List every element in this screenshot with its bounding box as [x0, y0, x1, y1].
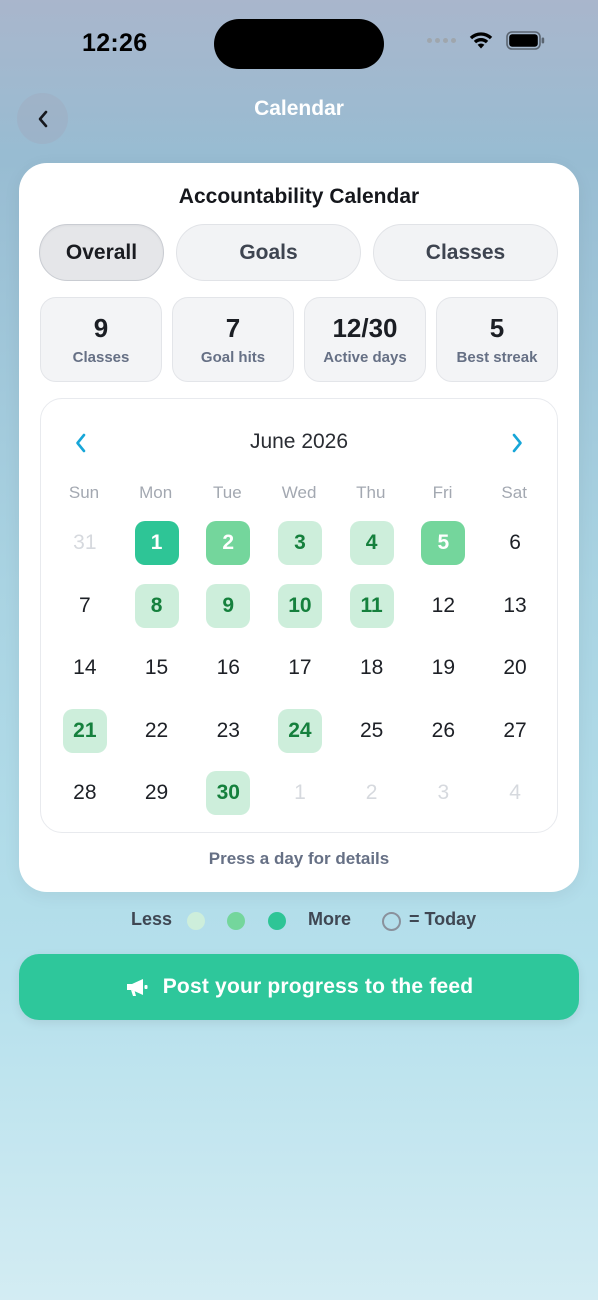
calendar-day-outside-month: 31: [73, 531, 97, 554]
calendar-day[interactable]: 22: [135, 709, 179, 753]
calendar-day-outside-month: 1: [294, 781, 306, 805]
stat-label: Best streak: [456, 349, 538, 366]
accountability-card: Accountability Calendar Overall Goals Cl…: [19, 163, 579, 892]
calendar-month-title: June 2026: [249, 430, 349, 453]
weekday-label: Mon: [139, 483, 173, 502]
calendar-day[interactable]: 13: [493, 584, 537, 628]
stat-value: 9: [93, 313, 109, 343]
cellular-signal-icon: [427, 37, 456, 43]
weekday-label: Sat: [501, 483, 527, 502]
stat-value: 12/30: [332, 313, 398, 343]
calendar-day[interactable]: 23: [206, 709, 250, 753]
weekday-label: Thu: [356, 483, 386, 502]
stat-value: 7: [225, 313, 241, 343]
calendar-day-outside-month: 3: [437, 781, 450, 805]
calendar-day[interactable]: 11: [349, 583, 394, 628]
dynamic-island: [214, 19, 384, 69]
calendar-day[interactable]: 3: [277, 521, 322, 565]
calendar-day[interactable]: 8: [134, 583, 179, 628]
calendar-day[interactable]: 10: [277, 583, 322, 628]
weekday-label: Tue: [213, 483, 242, 502]
weekday-label: Fri: [432, 483, 453, 502]
calendar-day[interactable]: 28: [63, 771, 107, 815]
calendar-day[interactable]: 5: [421, 521, 466, 565]
calendar-day[interactable]: 21: [62, 708, 107, 753]
calendar-day[interactable]: 4: [349, 521, 394, 565]
calendar-hint: Press a day for details: [208, 849, 390, 868]
calendar-day[interactable]: 27: [493, 709, 537, 753]
calendar-day[interactable]: 1: [134, 521, 179, 565]
calendar: June 2026 Sun Mon Tue Wed Thu Fri Sat 31 1 2 3 4 5 6 7…: [40, 398, 558, 833]
page-title: Calendar: [254, 97, 344, 120]
calendar-day[interactable]: 12: [421, 584, 465, 628]
stat-label: Goal hits: [200, 349, 266, 366]
calendar-day-outside-month: 4: [509, 781, 521, 805]
next-month-button[interactable]: [503, 429, 531, 457]
legend-less-label: Less: [131, 909, 173, 929]
calendar-day[interactable]: 7: [63, 584, 107, 628]
wifi-icon: [469, 32, 493, 49]
today-ring-icon: [382, 912, 401, 931]
calendar-day[interactable]: 16: [206, 646, 250, 690]
calendar-day[interactable]: 30: [206, 771, 251, 816]
post-progress-button[interactable]: Post your progress to the feed: [19, 954, 579, 1020]
calendar-day[interactable]: 2: [206, 521, 251, 565]
stat-classes: 9 Classes: [40, 297, 162, 382]
tab-classes[interactable]: Classes: [373, 224, 558, 281]
legend-more-label: More: [308, 909, 352, 929]
calendar-day[interactable]: 17: [278, 646, 322, 690]
stat-goal-hits: 7 Goal hits: [172, 297, 294, 382]
legend-swatch-low: [187, 912, 205, 930]
tab-overall[interactable]: Overall: [39, 224, 164, 281]
stat-best-streak: 5 Best streak: [436, 297, 558, 382]
calendar-day[interactable]: 9: [206, 583, 251, 628]
stat-label: Active days: [323, 349, 407, 366]
calendar-day[interactable]: 20: [493, 646, 537, 690]
legend-swatch-high: [268, 912, 286, 930]
battery-icon: [506, 30, 545, 50]
status-icons: [427, 30, 546, 50]
stat-value: 5: [489, 313, 505, 343]
legend-swatch-mid: [227, 912, 245, 930]
stat-label: Classes: [72, 349, 130, 366]
stat-active-days: 12/30 Active days: [304, 297, 426, 382]
weekday-label: Wed: [281, 483, 317, 502]
calendar-day[interactable]: 18: [350, 646, 394, 690]
chevron-right-icon: [512, 433, 522, 453]
status-time: 12:26: [82, 29, 148, 57]
calendar-day[interactable]: 25: [350, 709, 394, 753]
calendar-day[interactable]: 26: [421, 709, 465, 753]
legend-today-label: = Today: [409, 909, 477, 929]
calendar-day[interactable]: 29: [135, 771, 179, 815]
calendar-day-outside-month: 2: [365, 781, 378, 805]
heatmap-legend: Less More = Today: [0, 905, 598, 935]
card-title: Accountability Calendar: [178, 185, 420, 208]
tab-bar: Overall Goals Classes: [39, 224, 558, 281]
post-progress-label: Post your progress to the feed: [162, 975, 474, 998]
weekday-label: Sun: [68, 483, 100, 502]
calendar-day[interactable]: 6: [493, 521, 537, 565]
calendar-day[interactable]: 19: [421, 646, 465, 690]
status-bar: 12:26: [0, 0, 598, 88]
nav-bar: Calendar: [0, 92, 598, 146]
tab-goals[interactable]: Goals: [176, 224, 361, 281]
megaphone-icon: [126, 979, 148, 996]
calendar-day[interactable]: 14: [63, 646, 107, 690]
calendar-day[interactable]: 24: [277, 708, 322, 753]
calendar-day[interactable]: 15: [135, 646, 179, 690]
